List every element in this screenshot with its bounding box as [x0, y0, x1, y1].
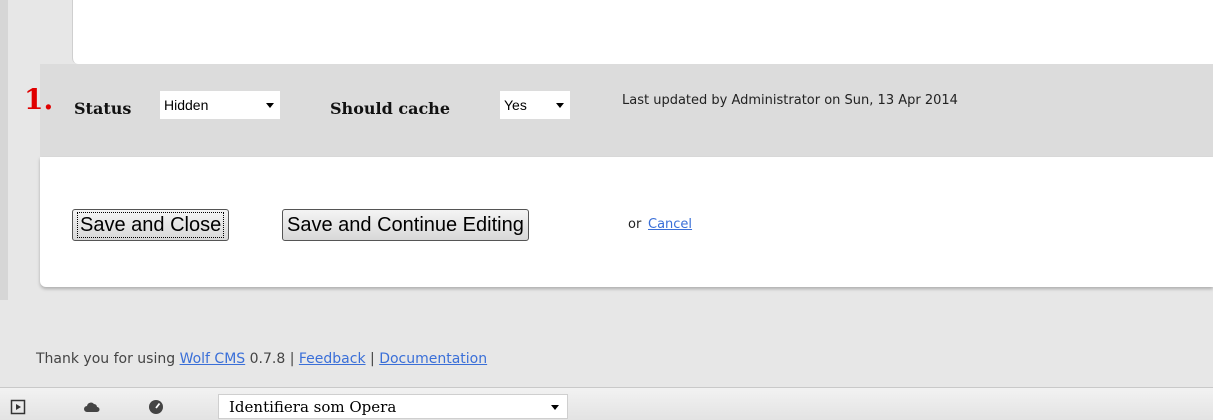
documentation-link[interactable]: Documentation [379, 351, 487, 367]
footer-version: 0.7.8 [249, 351, 286, 367]
should-cache-label: Should cache [330, 99, 450, 118]
panel-toggle-icon[interactable] [10, 399, 26, 415]
identify-as-value: Identifiera som Opera [229, 398, 397, 416]
speed-dial-icon[interactable] [148, 399, 164, 415]
or-text: or [628, 217, 642, 232]
save-and-continue-label: Save and Continue Editing [287, 214, 524, 236]
identify-as-select[interactable]: Identifiera som Opera [218, 394, 568, 419]
footer-separator: | [289, 351, 295, 367]
last-updated-text: Last updated by Administrator on Sun, 13… [622, 93, 958, 108]
footer-separator: | [370, 351, 375, 367]
save-and-continue-button[interactable]: Save and Continue Editing [282, 209, 529, 241]
browser-status-bar [0, 387, 1213, 420]
status-label: Status [74, 99, 132, 118]
chevron-down-icon [556, 103, 564, 108]
annotation-marker: 1. [24, 83, 54, 116]
content-panel-top [72, 0, 1213, 64]
save-and-close-label: Save and Close [77, 212, 225, 238]
left-edge-strip [0, 0, 8, 300]
cloud-icon[interactable] [84, 399, 100, 415]
footer-thanks: Thank you for using [36, 351, 176, 367]
status-select-value: Hidden [164, 97, 209, 113]
chevron-down-icon [551, 405, 559, 410]
feedback-link[interactable]: Feedback [299, 351, 366, 367]
should-cache-select[interactable]: Yes [500, 91, 570, 119]
wolf-cms-link[interactable]: Wolf CMS [180, 351, 246, 367]
cancel-link[interactable]: Cancel [648, 217, 692, 232]
status-select[interactable]: Hidden [160, 91, 280, 119]
save-and-close-button[interactable]: Save and Close [72, 209, 230, 241]
chevron-down-icon [266, 103, 274, 108]
footer: Thank you for using Wolf CMS 0.7.8 | Fee… [36, 351, 487, 367]
should-cache-select-value: Yes [504, 97, 527, 113]
